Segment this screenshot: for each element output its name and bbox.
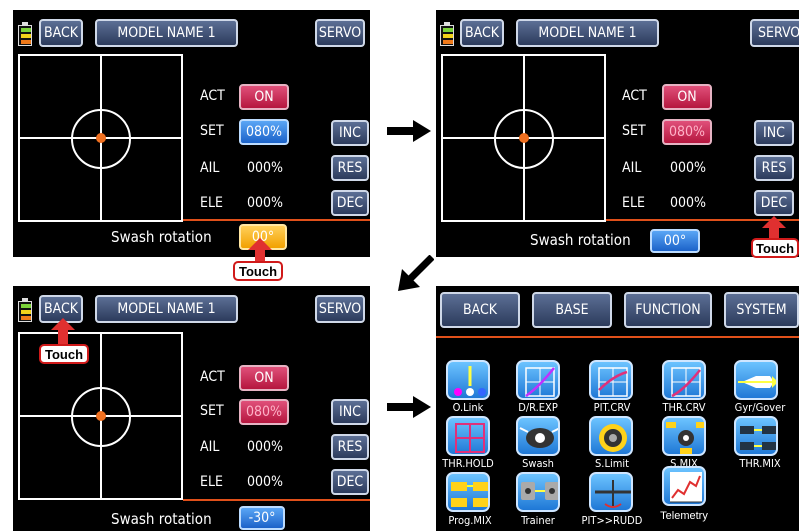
tab-system[interactable]: SYSTEM xyxy=(724,292,799,328)
function-menu-screen: BACK BASE FUNCTION SYSTEM O.Link D/R.EXP… xyxy=(436,286,799,531)
trainer-icon[interactable] xyxy=(516,472,560,512)
inc-button[interactable]: INC xyxy=(331,120,369,146)
act-button[interactable]: ON xyxy=(239,365,289,391)
model-name-button[interactable]: MODEL NAME 1 xyxy=(95,19,238,47)
pitch-curve-icon[interactable] xyxy=(589,360,633,400)
icon-label: PIT.CRV xyxy=(593,401,631,414)
back-button[interactable]: BACK xyxy=(460,19,504,47)
swash-plot xyxy=(441,54,606,222)
battery-icon xyxy=(18,22,32,46)
swash-rotation-label: Swash rotation xyxy=(111,510,212,528)
act-button[interactable]: ON xyxy=(239,84,289,110)
act-button[interactable]: ON xyxy=(662,84,712,110)
swash-rotation-button[interactable]: 00° xyxy=(650,229,700,253)
set-button[interactable]: 080% xyxy=(239,399,289,425)
ele-value: 000% xyxy=(247,474,284,490)
swash-mix-icon[interactable] xyxy=(662,416,706,456)
back-button[interactable]: BACK xyxy=(39,19,83,47)
telemetry-icon[interactable] xyxy=(662,466,706,506)
ail-label: AIL xyxy=(200,160,220,176)
dec-button[interactable]: DEC xyxy=(754,190,794,216)
servo-button[interactable]: SERVO xyxy=(315,19,365,47)
ele-label: ELE xyxy=(200,474,223,490)
act-label: ACT xyxy=(200,88,225,104)
icon-label: D/R.EXP xyxy=(518,401,558,414)
battery-icon xyxy=(18,298,32,322)
touch-callout: Touch xyxy=(751,238,799,258)
ail-label: AIL xyxy=(622,160,642,176)
res-button[interactable]: RES xyxy=(331,155,369,181)
throttle-curve-icon[interactable] xyxy=(662,360,706,400)
program-mix-icon[interactable] xyxy=(446,472,490,512)
ele-label: ELE xyxy=(622,195,645,211)
battery-icon xyxy=(440,22,454,46)
act-label: ACT xyxy=(200,369,225,385)
arrow-down-left-icon xyxy=(398,255,434,291)
icon-label: THR.CRV xyxy=(662,401,706,414)
arrow-right-icon xyxy=(387,396,431,418)
center-dot xyxy=(96,411,106,421)
icon-label: Prog.MIX xyxy=(448,514,492,527)
tab-back[interactable]: BACK xyxy=(440,292,520,328)
set-label: SET xyxy=(200,403,224,419)
icon-label: Trainer xyxy=(521,514,555,527)
screen-2: BACK MODEL NAME 1 SERVO ACT SET AIL ELE … xyxy=(436,10,799,257)
ele-value: 000% xyxy=(247,195,284,211)
center-dot xyxy=(96,133,106,143)
swash-limit-icon[interactable] xyxy=(589,416,633,456)
tab-base[interactable]: BASE xyxy=(532,292,612,328)
ele-label: ELE xyxy=(200,195,223,211)
ail-value: 000% xyxy=(247,160,284,176)
res-button[interactable]: RES xyxy=(754,155,794,181)
ail-value: 000% xyxy=(247,439,284,455)
pitch-rudder-icon[interactable] xyxy=(589,472,633,512)
ele-value: 000% xyxy=(670,195,707,211)
servo-button[interactable]: SERVO xyxy=(315,295,365,323)
set-label: SET xyxy=(622,123,646,139)
dec-button[interactable]: DEC xyxy=(331,469,369,495)
swash-rotation-label: Swash rotation xyxy=(111,228,212,246)
res-button[interactable]: RES xyxy=(331,434,369,460)
screen-1: BACK MODEL NAME 1 SERVO ACT SET AIL ELE … xyxy=(13,10,370,257)
icon-label: THR.HOLD xyxy=(442,457,494,470)
inc-button[interactable]: INC xyxy=(331,399,369,425)
dec-button[interactable]: DEC xyxy=(331,190,369,216)
set-label: SET xyxy=(200,123,224,139)
model-name-button[interactable]: MODEL NAME 1 xyxy=(95,295,238,323)
icon-label: S.Limit xyxy=(595,457,629,470)
icon-label: Telemetry xyxy=(660,510,708,522)
gyro-icon[interactable] xyxy=(734,360,778,400)
swash-rotation-button[interactable]: -30° xyxy=(239,506,285,530)
touch-arrow-icon xyxy=(51,318,75,344)
act-label: ACT xyxy=(622,88,647,104)
icon-label: Swash xyxy=(522,457,554,470)
throttle-hold-icon[interactable] xyxy=(446,416,490,456)
swash-icon[interactable] xyxy=(516,416,560,456)
throttle-mix-icon[interactable] xyxy=(734,416,778,456)
touch-callout: Touch xyxy=(233,261,284,281)
set-button[interactable]: 080% xyxy=(662,119,712,145)
ail-label: AIL xyxy=(200,439,220,455)
ail-value: 000% xyxy=(670,160,707,176)
center-dot xyxy=(519,133,529,143)
icon-label: PIT>>RUDD xyxy=(581,514,643,527)
arrow-right-icon xyxy=(387,120,431,142)
icon-label: Gyr/Gover xyxy=(734,401,786,414)
model-name-button[interactable]: MODEL NAME 1 xyxy=(516,19,659,47)
tab-function[interactable]: FUNCTION xyxy=(624,292,712,328)
icon-label: THR.MIX xyxy=(739,457,781,470)
inc-button[interactable]: INC xyxy=(754,120,794,146)
dr-exp-icon[interactable] xyxy=(516,360,560,400)
servo-button[interactable]: SERVO xyxy=(750,19,799,47)
touch-callout: Touch xyxy=(39,344,90,364)
set-button[interactable]: 080% xyxy=(239,119,289,145)
swash-plot xyxy=(18,54,183,222)
icon-label: O.Link xyxy=(452,401,484,414)
swash-rotation-label: Swash rotation xyxy=(530,231,631,249)
link-icon[interactable] xyxy=(446,360,490,400)
